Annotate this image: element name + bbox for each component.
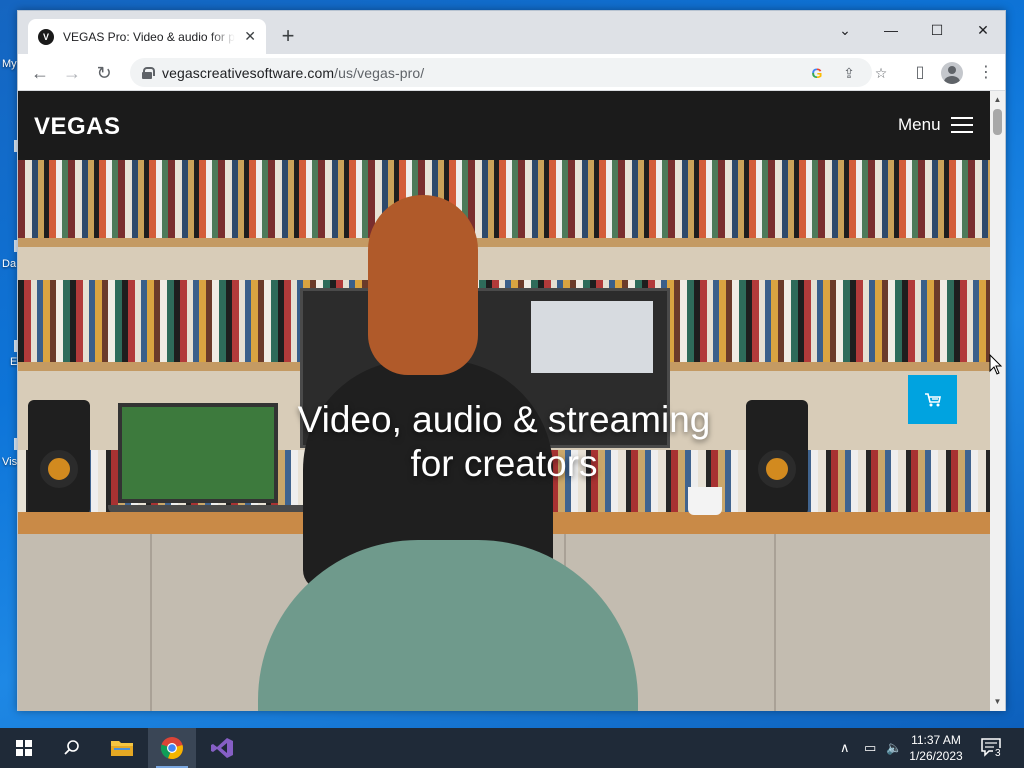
taskbar-chrome[interactable] xyxy=(148,728,196,768)
hero-image: Video, audio & streaming for creators xyxy=(18,160,990,711)
monitor-video-preview xyxy=(531,301,653,373)
page-scrollbar[interactable]: ▲ ▼ xyxy=(990,91,1005,711)
search-icon xyxy=(64,740,79,755)
taskbar-clock[interactable]: 11:37 AM 1/26/2023 xyxy=(900,732,972,764)
book-row xyxy=(18,160,990,238)
menu-button[interactable]: Menu xyxy=(898,115,973,135)
search-button[interactable] xyxy=(48,728,96,768)
browser-toolbar: ← → ↻ vegascreativesoftware.com/us/vegas… xyxy=(18,54,1005,91)
shelf-board xyxy=(18,238,990,247)
notification-count-badge: 3 xyxy=(993,748,1003,759)
hero-headline-line-1: Video, audio & streaming xyxy=(297,399,711,440)
page-viewport: VEGAS Menu Video, audio & streaming for … xyxy=(18,91,990,711)
coffee-cup xyxy=(688,487,722,515)
side-panel-icon[interactable]: ▯ xyxy=(907,60,933,86)
tab-title: VEGAS Pro: Video & audio for pr xyxy=(63,29,235,44)
url-path: /us/vegas-pro/ xyxy=(334,64,425,81)
taskbar-file-explorer[interactable] xyxy=(98,728,146,768)
tab-vegas-pro[interactable]: V VEGAS Pro: Video & audio for pr ✕ xyxy=(28,19,266,54)
clock-time: 11:37 AM xyxy=(911,733,961,747)
google-lens-icon[interactable]: G xyxy=(807,63,827,83)
menu-label: Menu xyxy=(898,115,941,134)
url-text[interactable]: vegascreativesoftware.com/us/vegas-pro/ xyxy=(162,65,424,81)
notification-center-button[interactable]: 3 xyxy=(980,736,1004,760)
back-arrow-icon[interactable]: ← xyxy=(27,60,53,86)
show-hidden-icons-chevron-icon[interactable]: ∧ xyxy=(840,740,850,756)
site-header: VEGAS Menu xyxy=(18,91,990,160)
vegas-logo[interactable]: VEGAS xyxy=(34,113,121,141)
address-bar[interactable]: vegascreativesoftware.com/us/vegas-pro/ … xyxy=(130,58,887,87)
hamburger-icon xyxy=(950,117,973,133)
folder-icon xyxy=(111,741,133,756)
cabinet-divider xyxy=(774,534,776,711)
reload-icon[interactable]: ↻ xyxy=(91,60,117,86)
scroll-thumb[interactable] xyxy=(993,109,1002,135)
bookmark-star-icon[interactable]: ☆ xyxy=(871,63,891,83)
url-host: vegascreativesoftware.com xyxy=(162,64,335,81)
desktop-icon-label[interactable]: My xyxy=(2,58,17,70)
tab-strip: V VEGAS Pro: Video & audio for pr ✕ + ⌄ … xyxy=(18,11,1005,54)
visual-studio-icon xyxy=(211,738,233,758)
scroll-up-arrow-icon[interactable]: ▲ xyxy=(990,93,1005,107)
forward-arrow-icon[interactable]: → xyxy=(59,60,85,86)
windows-logo-icon xyxy=(16,740,32,756)
share-icon[interactable]: ⇪ xyxy=(839,63,859,83)
profile-avatar-icon[interactable] xyxy=(941,62,963,84)
close-window-button[interactable]: ✕ xyxy=(968,16,998,44)
kebab-menu-icon[interactable]: ⋮ xyxy=(973,60,999,86)
lock-icon[interactable] xyxy=(142,66,155,79)
minimize-button[interactable]: — xyxy=(876,16,906,44)
browser-window: V VEGAS Pro: Video & audio for pr ✕ + ⌄ … xyxy=(17,10,1006,711)
scroll-down-arrow-icon[interactable]: ▼ xyxy=(990,695,1005,709)
cabinet-divider xyxy=(150,534,152,711)
shopping-cart-icon xyxy=(924,392,941,406)
chrome-icon xyxy=(160,737,183,760)
hero-headline: Video, audio & streaming for creators xyxy=(18,398,990,486)
cart-button[interactable] xyxy=(908,375,957,424)
tab-close-icon[interactable]: ✕ xyxy=(244,28,256,45)
mouse-cursor-icon xyxy=(989,354,1003,375)
desktop-icon-label[interactable]: Vis xyxy=(2,456,17,468)
taskbar: ∧ ▭ 🔈 11:37 AM 1/26/2023 3 xyxy=(0,728,1024,768)
clock-date: 1/26/2023 xyxy=(909,749,963,763)
network-icon[interactable]: ▭ xyxy=(864,740,876,756)
taskbar-visual-studio[interactable] xyxy=(198,728,246,768)
vegas-favicon-icon: V xyxy=(38,28,54,45)
new-tab-button[interactable]: + xyxy=(276,25,300,49)
desktop-icon-label[interactable]: Da xyxy=(2,258,16,270)
start-button[interactable] xyxy=(0,728,48,768)
hero-headline-line-2: for creators xyxy=(410,443,598,484)
tab-search-button[interactable]: ⌄ xyxy=(830,16,860,44)
maximize-button[interactable]: ☐ xyxy=(922,16,952,44)
person-hair xyxy=(368,195,478,375)
